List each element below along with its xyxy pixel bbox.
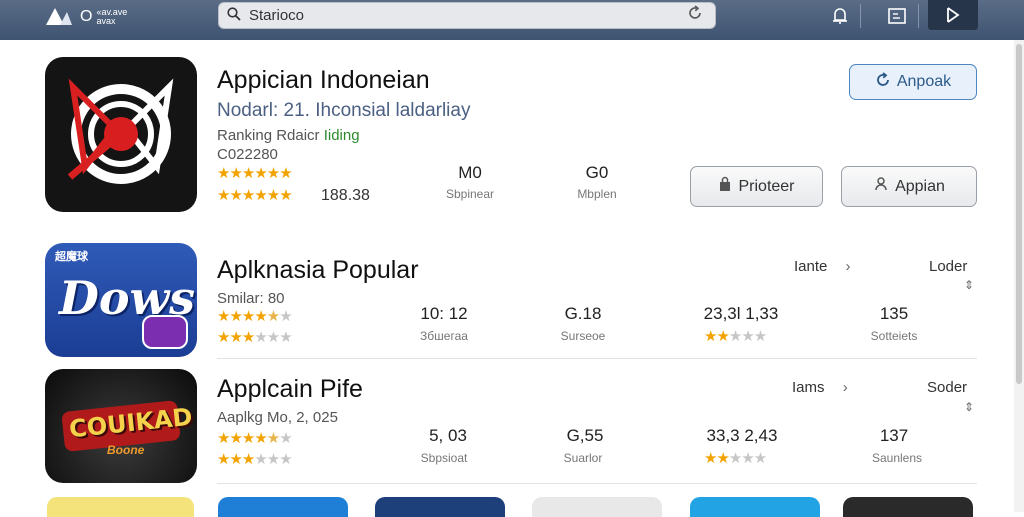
list-item-2-stars-1: ★★★★★★ [217, 430, 293, 447]
chevron-right-icon: › [845, 258, 851, 275]
bottom-thumbnail-4[interactable] [532, 497, 662, 517]
icon-chat-badge [142, 315, 188, 349]
list-item-1-stat3-stars: ★★★★★ [704, 328, 767, 345]
chevron-right-icon: › [842, 379, 848, 396]
shop-bag-icon [718, 176, 732, 197]
list-item-1-stat1-value: 10: 12 [420, 304, 468, 323]
bottom-thumbnail-6[interactable] [843, 497, 973, 517]
toolbar-divider [918, 4, 919, 28]
icon-subtext: Boone [107, 443, 145, 457]
search-input[interactable]: Starioco [249, 7, 687, 24]
list-item-1-name[interactable]: Aplknasia Popular [217, 256, 419, 285]
search-bar[interactable]: Starioco [218, 2, 716, 29]
list-item-2-icon[interactable]: COUIKAD Boone [45, 369, 197, 483]
list-item-1-stat1-label: Збшегаа [420, 329, 468, 343]
list-item-2-stat2-value: G,55 [566, 426, 604, 445]
list-item-2-name[interactable]: Applcain Pife [217, 375, 363, 404]
brand-small-2: avax [96, 16, 116, 26]
list-item-1-link-label: Iante [794, 258, 828, 275]
list-item-1-stat4-value: 135 [879, 304, 909, 323]
list-item-1-link[interactable]: Iante › [794, 258, 851, 275]
list-item-1-stat2-label: Surseoe [560, 329, 606, 343]
bell-icon[interactable] [828, 4, 852, 28]
list-item-2-right-label[interactable]: Soder [927, 379, 967, 396]
list-item-2-stat4-value: 137 [879, 426, 909, 445]
featured-button-3-label: Appian [895, 177, 945, 195]
search-icon [227, 6, 249, 25]
featured-stat1-label: Sbpinear [445, 187, 495, 201]
brand-name: O «av.ave avax [80, 8, 127, 26]
featured-rating-stars-2: ★★★★★★ [217, 187, 293, 204]
list-item-2-link-label: Iams [792, 379, 825, 396]
refresh-icon[interactable] [687, 5, 715, 26]
list-item-2-stat3-value: 33,3 2,43 [706, 426, 778, 445]
featured-button-2-label: Prioteer [738, 177, 795, 195]
list-item-2-stars-2: ★★★★★★ [217, 451, 293, 468]
list-item-2-stat1-label: Sbpsioat [420, 451, 468, 465]
list-divider [217, 358, 977, 359]
share-icon [873, 176, 889, 197]
play-icon[interactable] [928, 0, 978, 30]
featured-stat2-value: G0 [585, 163, 609, 182]
featured-app-code: C022280 [217, 146, 278, 163]
icon-badge: 超魔球 [55, 251, 88, 263]
featured-rating-count: 188.38 [321, 187, 370, 204]
list-item-1-right-label[interactable]: Loder [929, 258, 967, 275]
featured-stat2-label: Mbplen [577, 187, 617, 201]
featured-app-ranking: Ranking Rdaicr Iiding [217, 127, 360, 144]
toolbar-divider [860, 4, 861, 28]
bottom-thumbnail-3[interactable] [375, 497, 505, 517]
list-item-1-sub: Smilar: 80 [217, 290, 285, 307]
list-item-2-stat4-label: Saunlens [871, 451, 923, 465]
refresh-icon [875, 71, 891, 93]
list-item-2-link[interactable]: Iams › [792, 379, 848, 396]
list-item-2-sub: Aaplkg Mo, 2, 025 [217, 409, 338, 426]
top-bar: O «av.ave avax Starioco [0, 0, 1024, 40]
list-item-1-stars-1: ★★★★★★ [217, 308, 293, 325]
bottom-thumbnail-2[interactable] [218, 497, 348, 517]
move-icon[interactable]: ⇕ [964, 400, 974, 414]
list-item-1-stat2-value: G.18 [564, 304, 602, 323]
bottom-thumbnail-1[interactable] [47, 497, 194, 517]
list-divider [217, 483, 977, 484]
bottom-thumbnail-5[interactable] [690, 497, 820, 517]
featured-primary-button-label: Anpoak [896, 73, 952, 90]
featured-rating-stars-1: ★★★★★★ [217, 165, 293, 182]
ranking-highlight: Iiding [323, 127, 360, 144]
featured-button-3[interactable]: Appian [841, 166, 977, 207]
featured-app-name[interactable]: Appician Indoneian [217, 66, 430, 95]
featured-button-2[interactable]: Prioteer [690, 166, 823, 207]
list-item-1-stat3-value: 23,3l 1,33 [703, 304, 779, 323]
list-item-2-stat2-label: Suarlor [563, 451, 603, 465]
featured-app-icon[interactable] [45, 57, 197, 212]
scrollbar-thumb[interactable] [1016, 44, 1022, 384]
window-icon[interactable] [885, 4, 909, 28]
list-item-1-stars-2: ★★★★★★ [217, 329, 293, 346]
list-item-1-stat4-label: Sotteiets [870, 329, 918, 343]
featured-app-line1: Nodarl: 21. Ihconsial laldarliay [217, 100, 471, 121]
move-icon[interactable]: ⇕ [964, 278, 974, 292]
list-item-2-stat3-stars: ★★★★★ [704, 450, 767, 467]
app-logo-icon[interactable] [44, 5, 74, 27]
brand-letter: O [80, 8, 93, 25]
ranking-label: Ranking Rdaicr [217, 127, 324, 144]
list-item-1-icon[interactable]: 超魔球 Dows [45, 243, 197, 357]
list-item-2-stat1-value: 5, 03 [429, 426, 467, 445]
featured-stat1-value: M0 [458, 163, 482, 182]
featured-primary-button[interactable]: Anpoak [849, 64, 977, 100]
